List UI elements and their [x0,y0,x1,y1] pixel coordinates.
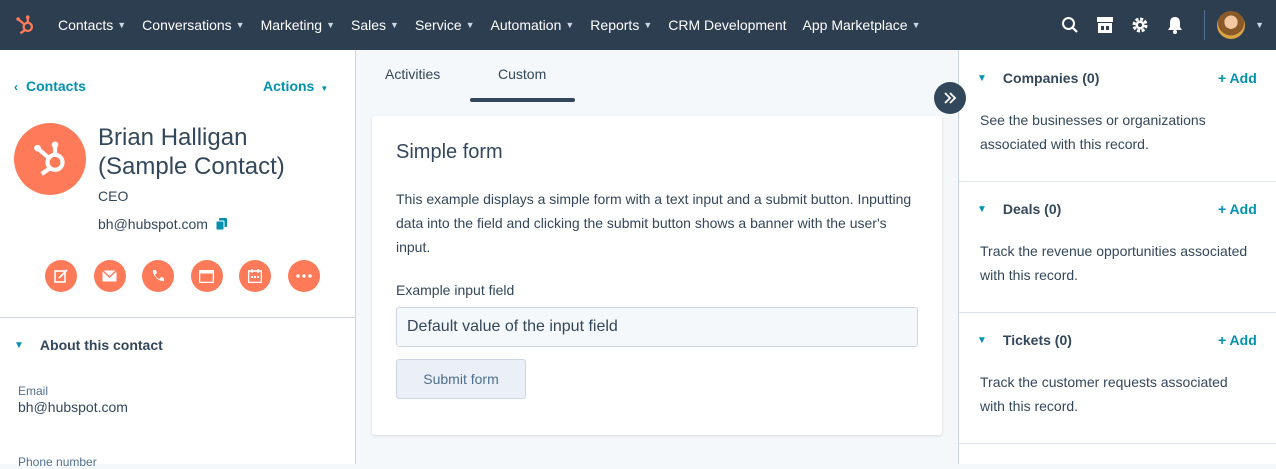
activity-action-buttons [45,260,336,292]
record-tabs: Activities Custom [356,50,958,102]
collapse-sidebar-button[interactable] [934,82,966,114]
email-icon [102,270,117,282]
note-icon [54,269,68,283]
submit-form-button[interactable]: Submit form [396,359,526,399]
create-task-button[interactable] [190,260,223,292]
chevron-down-icon: ▼ [977,334,987,346]
make-call-button[interactable] [142,260,174,292]
chevron-down-icon: ▼ [565,20,575,30]
marketplace-icon[interactable] [1087,0,1122,50]
chevron-down-icon: ▼ [1255,20,1264,30]
hubspot-sprocket-icon [34,141,65,176]
contact-sidebar: ‹ Contacts Actions ▼ Brian Halligan (Sampl… [0,50,356,469]
task-icon [199,269,214,283]
chevron-down-icon: ▼ [977,203,987,215]
bell-icon[interactable] [1157,0,1192,50]
chevron-down-icon: ▼ [977,72,987,84]
associations-sidebar: ▼ Companies (0) + Add See the businesses … [958,50,1276,464]
input-label: Example input field [396,282,515,298]
nav-item-automation[interactable]: Automation ▼ [483,0,583,50]
back-to-contacts-link[interactable]: ‹ Contacts [14,78,86,94]
contact-avatar [14,123,86,195]
tickets-section-toggle[interactable]: ▼ Tickets (0) [977,332,1072,348]
copy-icon[interactable] [215,218,227,230]
caret-down-icon: ▼ [320,84,329,93]
top-navigation: Contacts ▼ Conversations ▼ Marketing ▼ Sale… [0,0,1276,50]
nav-item-marketing[interactable]: Marketing ▼ [253,0,343,50]
add-deal-link[interactable]: + Add [1218,201,1257,217]
nav-utilities: ▼ [1052,0,1276,50]
nav-item-service[interactable]: Service ▼ [407,0,483,50]
companies-section-toggle[interactable]: ▼ Companies (0) [977,70,1099,86]
contact-job-title: CEO [98,188,129,204]
nav-item-contacts[interactable]: Contacts ▼ [50,0,134,50]
deals-section: ▼ Deals (0) + Add Track the revenue oppor… [959,182,1276,313]
nav-item-sales[interactable]: Sales ▼ [343,0,407,50]
add-ticket-link[interactable]: + Add [1218,332,1257,348]
send-email-button[interactable] [93,260,126,292]
more-actions-button[interactable] [287,260,320,292]
chevron-down-icon: ▼ [326,20,335,30]
chevron-down-icon: ▼ [117,20,127,30]
divider [0,317,355,318]
double-chevron-right-icon [944,92,957,104]
contact-email: bh@hubspot.com [98,216,227,232]
example-input-field[interactable] [396,307,918,347]
nav-item-conversations[interactable]: Conversations ▼ [134,0,252,50]
gear-icon[interactable] [1122,0,1157,50]
account-menu[interactable]: ▼ [1215,9,1276,41]
contact-name: Brian Halligan (Sample Contact) [98,124,285,180]
deals-description: Track the revenue opportunities associat… [980,243,1248,283]
nav-item-app-marketplace[interactable]: App Marketplace ▼ [795,0,929,50]
email-property-label: Email [18,384,49,398]
nav-item-crm-development[interactable]: CRM Development [660,0,794,50]
hubspot-logo-icon[interactable] [0,0,50,50]
create-note-button[interactable] [45,260,77,292]
card-description: This example displays a simple form with… [396,191,912,255]
phone-property-label: Phone number [18,455,97,469]
nav-separator [1204,10,1206,40]
main-content: Activities Custom Simple form This examp… [356,50,966,464]
chevron-down-icon: ▼ [235,20,245,30]
search-icon[interactable] [1052,0,1087,50]
chevron-down-icon: ▼ [643,20,653,30]
tickets-description: Track the customer requests associated w… [980,374,1228,414]
nav-item-reports[interactable]: Reports ▼ [582,0,660,50]
companies-description: See the businesses or organizations asso… [980,112,1206,152]
meeting-icon [248,269,262,283]
chevron-down-icon: ▼ [390,20,399,30]
more-icon [295,274,312,278]
about-section-toggle[interactable]: ▼ About this contact [14,337,163,353]
chevron-left-icon: ‹ [14,80,18,94]
add-company-link[interactable]: + Add [1218,70,1257,86]
email-property-value[interactable]: bh@hubspot.com [18,399,128,415]
chevron-down-icon: ▼ [911,20,921,30]
chevron-down-icon: ▼ [465,20,475,30]
nav-menu: Contacts ▼ Conversations ▼ Marketing ▼ Sale… [50,0,929,50]
custom-card: Simple form This example displays a simp… [372,116,942,435]
actions-dropdown[interactable]: Actions ▼ [263,78,328,94]
tab-custom[interactable]: Custom [498,66,546,82]
deals-section-toggle[interactable]: ▼ Deals (0) [977,201,1061,217]
companies-section: ▼ Companies (0) + Add See the businesses … [959,50,1276,182]
tickets-section: ▼ Tickets (0) + Add Track the customer re… [959,313,1276,444]
active-tab-indicator [470,98,575,102]
chevron-down-icon: ▼ [14,339,24,351]
schedule-meeting-button[interactable] [239,260,271,292]
card-title: Simple form [396,141,503,163]
avatar[interactable] [1215,9,1248,41]
tab-activities[interactable]: Activities [385,66,440,82]
call-icon [152,270,164,282]
